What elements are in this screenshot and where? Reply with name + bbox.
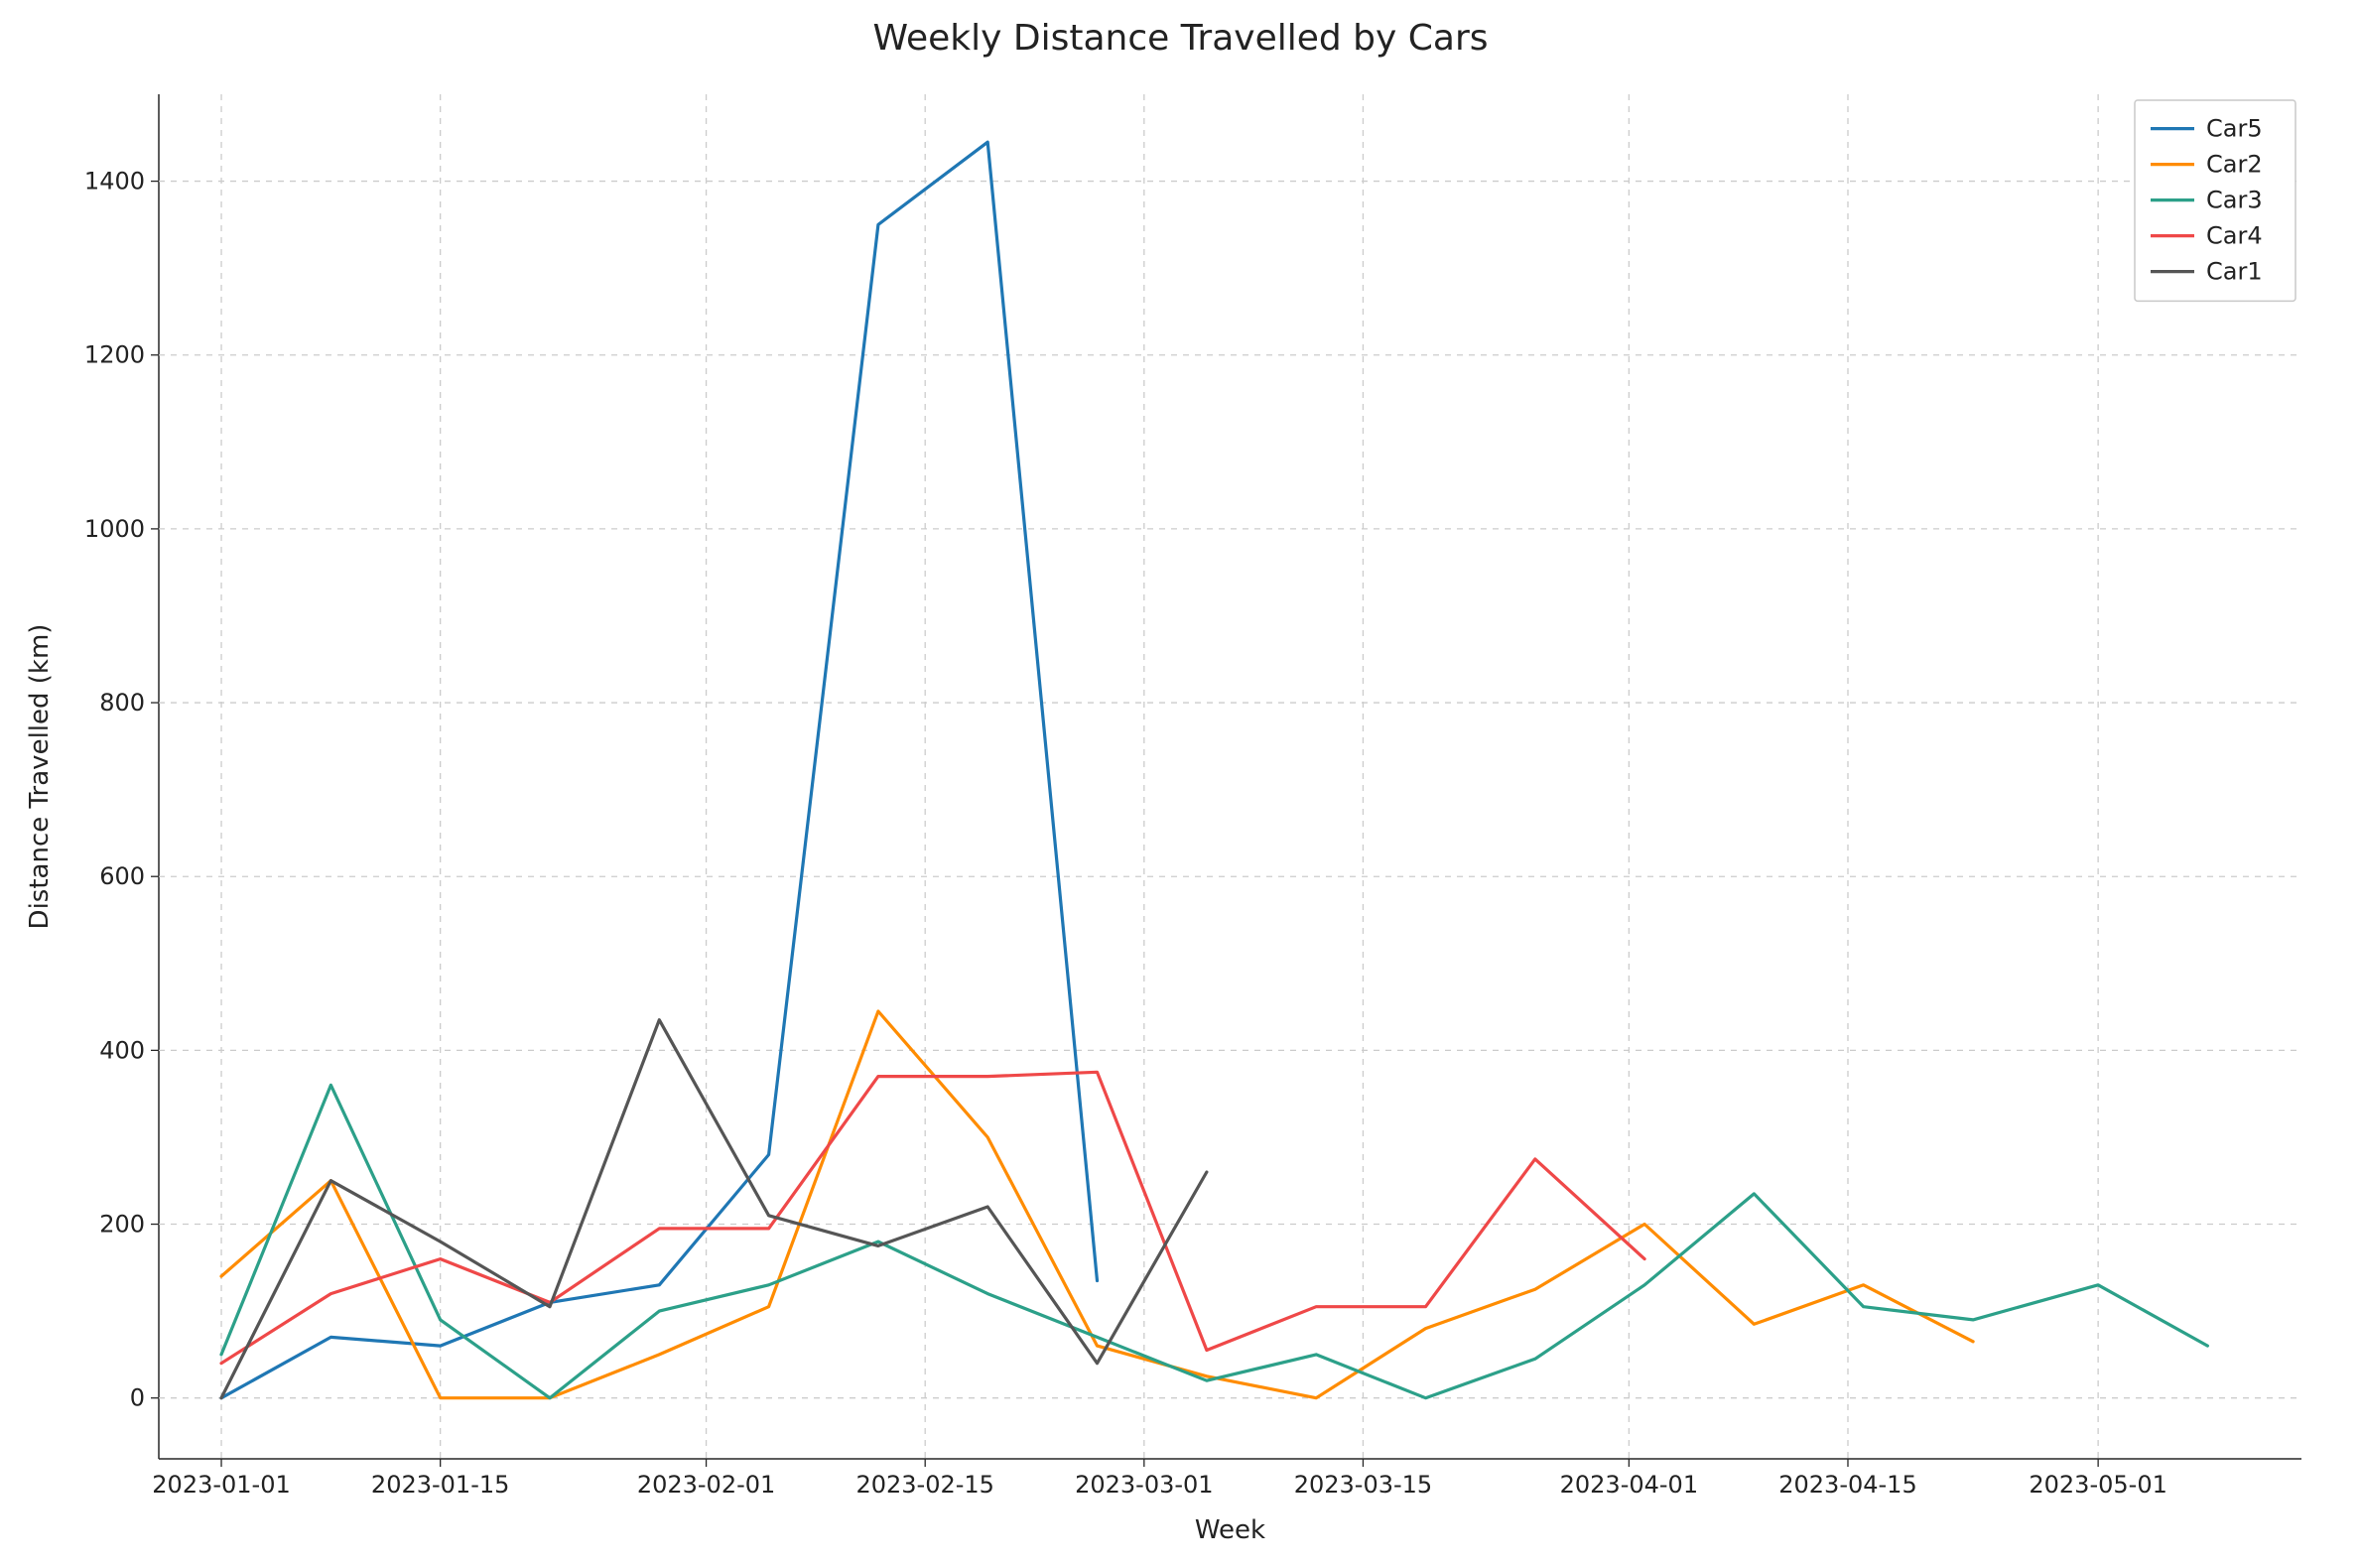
chart-container: Weekly Distance Travelled by Cars 020040… xyxy=(0,0,2361,1568)
series-car5 xyxy=(221,142,1098,1398)
x-tick-label: 2023-04-15 xyxy=(1778,1471,1916,1499)
legend-label: Car4 xyxy=(2206,222,2263,250)
legend-label: Car5 xyxy=(2206,115,2263,143)
x-tick-label: 2023-01-15 xyxy=(371,1471,509,1499)
x-tick-label: 2023-01-01 xyxy=(152,1471,290,1499)
legend-label: Car3 xyxy=(2206,187,2263,214)
y-tick-label: 800 xyxy=(99,689,145,717)
legend-label: Car2 xyxy=(2206,151,2263,179)
y-tick-label: 600 xyxy=(99,862,145,890)
y-tick-label: 1400 xyxy=(84,168,145,196)
x-tick-label: 2023-03-01 xyxy=(1075,1471,1213,1499)
x-tick-label: 2023-02-01 xyxy=(637,1471,775,1499)
y-tick-label: 1000 xyxy=(84,515,145,543)
chart-svg: 0 200 400 600 800 1000 1200 1400 2023-01-01 2023-… xyxy=(0,0,2361,1568)
series-car4 xyxy=(221,1072,1644,1363)
y-tick-label: 1200 xyxy=(84,341,145,369)
legend-label: Car1 xyxy=(2206,258,2263,286)
x-tick-label: 2023-05-01 xyxy=(2029,1471,2166,1499)
y-axis-label: Distance Travelled (km) xyxy=(25,624,55,930)
y-tick-label: 200 xyxy=(99,1211,145,1239)
y-tick-label: 0 xyxy=(130,1384,145,1412)
x-tick-label: 2023-02-15 xyxy=(855,1471,993,1499)
x-axis-label: Week xyxy=(1195,1515,1265,1545)
x-tick-label: 2023-04-01 xyxy=(1560,1471,1698,1499)
x-tick-label: 2023-03-15 xyxy=(1294,1471,1432,1499)
y-tick-label: 400 xyxy=(99,1036,145,1064)
series-car2 xyxy=(221,1011,1973,1398)
series-car3 xyxy=(221,1085,2207,1397)
